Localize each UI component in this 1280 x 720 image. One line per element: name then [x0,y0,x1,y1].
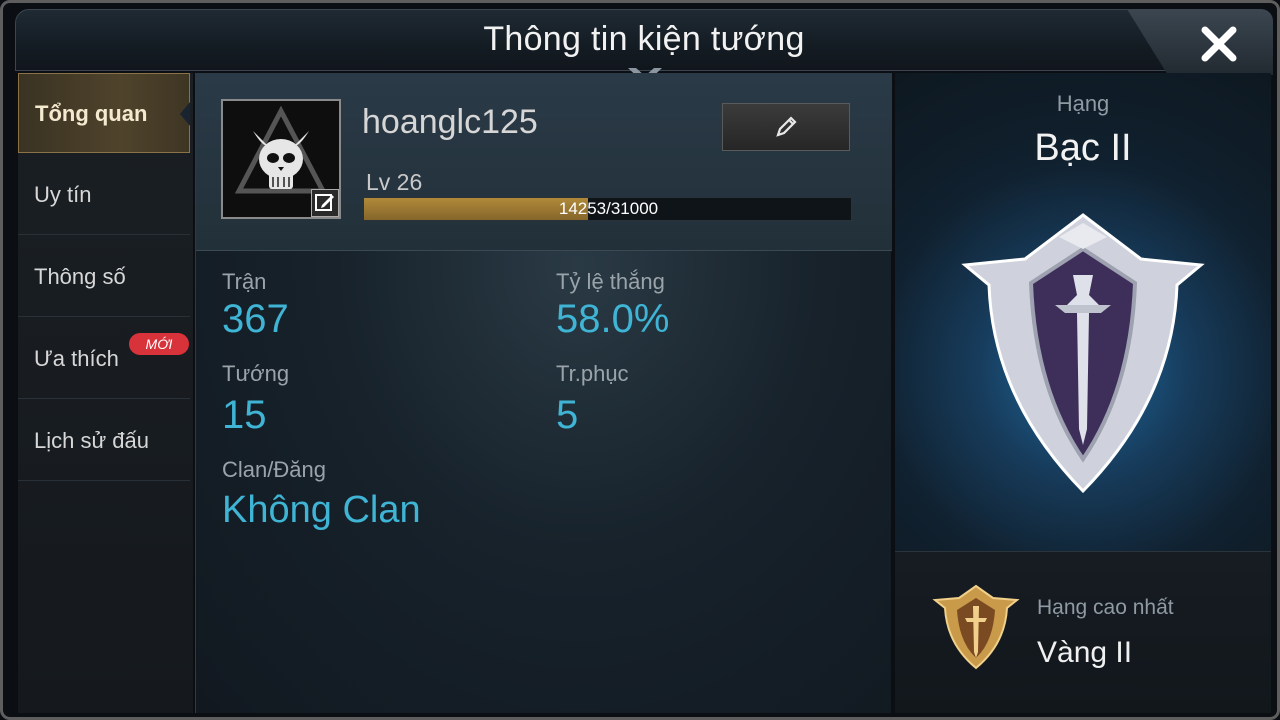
header-bar: Thông tin kiện tướng [15,9,1271,84]
matches-label: Trận [222,269,267,294]
rank-name: Bạc II [1034,127,1132,169]
sidebar-item-label: Uy tín [34,182,92,207]
xp-progress-text: 14253/31000 [558,199,659,218]
player-level: Lv 26 [366,169,423,195]
xp-progress-bar: 14253/31000 [363,197,852,221]
edit-avatar-icon [315,194,334,211]
player-info-window: Thông tin kiện tướng Tổng quan Uy tín Th… [0,0,1280,720]
profile-header: hoanglc125 Lv 26 14253/31000 [196,73,892,251]
sidebar-item-match-history[interactable]: Lịch sử đấu [18,401,190,481]
new-badge: MỚI [129,333,189,355]
highest-rank-label: Hạng cao nhất [1037,596,1174,619]
avatar-edit-button[interactable] [311,189,339,217]
sidebar-item-reputation[interactable]: Uy tín [18,155,190,235]
sidebar-item-label: Ưa thích [34,346,119,371]
skins-value: 5 [556,393,579,437]
pencil-icon [776,116,797,137]
sidebar-item-overview[interactable]: Tổng quan [18,73,190,153]
active-indicator-icon [180,102,190,126]
edit-profile-button[interactable] [722,103,850,151]
highest-rank-panel: Hạng cao nhất Vàng II [895,551,1271,713]
gold-shield-emblem-icon [932,584,1020,670]
overview-panel: hoanglc125 Lv 26 14253/31000 Trận 367 Tỷ… [195,73,892,713]
sidebar-nav: Tổng quan Uy tín Thông số Ưa thích Lịch … [18,73,193,713]
clan-value: Không Clan [222,489,421,531]
clan-label: Clan/Đăng [222,457,326,482]
rank-label: Hạng [1056,91,1110,116]
sidebar-item-label: Thông số [34,264,126,289]
skins-label: Tr.phục [556,361,629,386]
heroes-value: 15 [222,393,267,437]
rank-panel: Hạng Bạc II [895,73,1271,551]
highest-rank-name: Vàng II [1037,636,1133,669]
matches-value: 367 [222,297,289,341]
sidebar-item-label: Tổng quan [35,101,148,126]
close-icon [1201,26,1237,62]
avatar[interactable] [221,99,341,219]
window-title: Thông tin kiện tướng [483,20,805,58]
sidebar-item-favorites[interactable]: Ưa thích [18,319,190,399]
player-username: hoanglc125 [362,103,538,141]
silver-shield-emblem-icon [961,213,1205,494]
heroes-label: Tướng [222,361,290,386]
sidebar-item-label: Lịch sử đấu [34,428,150,453]
sidebar-item-statistics[interactable]: Thông số [18,237,190,317]
winrate-value: 58.0% [556,297,670,341]
winrate-label: Tỷ lệ thắng [556,269,665,294]
